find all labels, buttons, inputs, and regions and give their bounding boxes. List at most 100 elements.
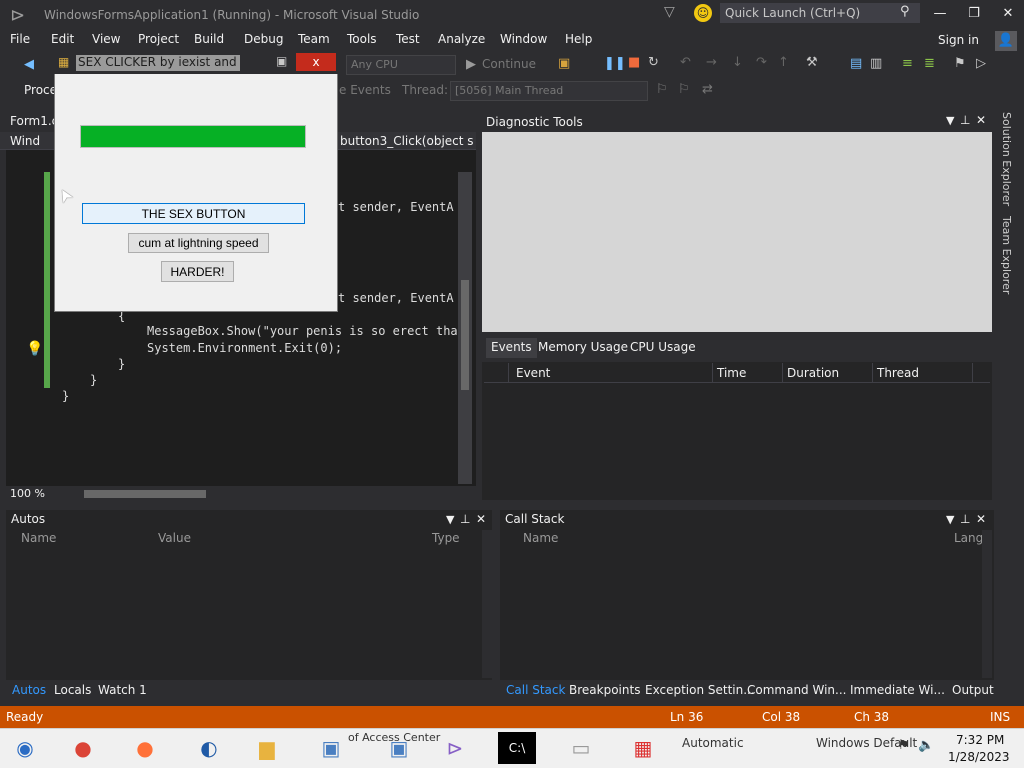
menu-build[interactable]: Build	[194, 32, 224, 46]
code-line-8[interactable]: }	[62, 389, 69, 403]
tray-flag-icon[interactable]: ⚑	[898, 738, 910, 753]
attach-icon[interactable]: ▣	[558, 56, 570, 71]
editor-scroll-thumb[interactable]	[461, 280, 469, 390]
tab-events[interactable]: Events	[486, 338, 537, 358]
filter-threads-icon[interactable]: ⚐	[678, 82, 690, 97]
member-nav-dropdown[interactable]: button3_Click(object s	[340, 134, 474, 148]
start-button-icon[interactable]: ◉	[6, 732, 44, 764]
harder-button[interactable]: HARDER!	[161, 261, 234, 282]
menu-window[interactable]: Window	[500, 32, 547, 46]
step-into-icon[interactable]: →	[706, 55, 717, 70]
menu-edit[interactable]: Edit	[51, 32, 74, 46]
tab-immediate-window[interactable]: Immediate Wi...	[850, 683, 945, 697]
editor-horizontal-scroll-thumb[interactable]	[84, 490, 206, 498]
stop-icon[interactable]: ■	[628, 55, 640, 70]
step-out-icon[interactable]: ↷	[756, 55, 767, 70]
autos-column-name[interactable]: Name	[21, 531, 56, 545]
account-icon[interactable]: 👤	[995, 31, 1017, 51]
quick-launch-input[interactable]: Quick Launch (Ctrl+Q)	[720, 3, 920, 23]
bookmark-icon[interactable]: ⚑	[954, 56, 966, 71]
show-next-statement-icon[interactable]: ↶	[680, 55, 691, 70]
menu-project[interactable]: Project	[138, 32, 179, 46]
column-thread[interactable]: Thread	[877, 366, 919, 380]
layout-icon[interactable]: ▤	[850, 56, 862, 71]
autos-scrollbar[interactable]	[482, 530, 492, 678]
tab-output[interactable]: Output	[952, 683, 994, 697]
code-line-4[interactable]: MessageBox.Show("your penis is so erect …	[147, 324, 465, 338]
menu-file[interactable]: File	[10, 32, 30, 46]
comment-icon[interactable]: ≡	[902, 56, 913, 71]
notification-filter-icon[interactable]: ▽	[664, 4, 675, 20]
tab-team-explorer[interactable]: Team Explorer	[1000, 216, 1013, 294]
tab-locals[interactable]: Locals	[54, 683, 91, 697]
flag-thread-icon[interactable]: ⚐	[656, 82, 668, 97]
diag-close-icon[interactable]: ✕	[976, 113, 986, 127]
app-close-button[interactable]: x	[296, 53, 336, 71]
callstack-dropdown-icon[interactable]: ▼	[946, 513, 954, 526]
callstack-close-icon[interactable]: ✕	[976, 512, 986, 526]
platform-dropdown[interactable]: Any CPU	[346, 55, 456, 75]
clock-time[interactable]: 7:32 PM	[956, 733, 1004, 747]
column-duration[interactable]: Duration	[787, 366, 839, 380]
folder-icon[interactable]: ▆	[248, 732, 286, 764]
hot-reload-icon[interactable]: ⚒	[806, 55, 818, 70]
code-line-6[interactable]: }	[118, 357, 125, 371]
menu-test[interactable]: Test	[396, 32, 420, 46]
chrome-icon[interactable]: ●	[64, 732, 102, 764]
code-line-7[interactable]: }	[90, 373, 97, 387]
thread-dropdown[interactable]: [5056] Main Thread	[450, 81, 648, 101]
search-icon[interactable]: ⚲	[900, 4, 910, 19]
column-time[interactable]: Time	[717, 366, 746, 380]
tab-command-window[interactable]: Command Win...	[747, 683, 846, 697]
autos-column-type[interactable]: Type	[432, 531, 460, 545]
continue-icon[interactable]: ▶	[466, 57, 476, 72]
tray-automatic[interactable]: Automatic	[682, 736, 744, 750]
tab-memory-usage[interactable]: Memory Usage	[538, 340, 628, 354]
back-icon[interactable]: ◀	[24, 57, 34, 72]
callstack-column-name[interactable]: Name	[523, 531, 558, 545]
callstack-pin-icon[interactable]: ⊥	[960, 512, 970, 526]
bookmark-next-icon[interactable]: ▷	[976, 56, 986, 71]
volume-icon[interactable]: 🔈	[918, 738, 934, 753]
app-restore-icon[interactable]: ▣	[276, 54, 287, 68]
zoom-level[interactable]: 100 %	[10, 487, 45, 500]
media-icon[interactable]: ▭	[562, 732, 600, 764]
menu-help[interactable]: Help	[565, 32, 592, 46]
tab-watch-1[interactable]: Watch 1	[98, 683, 147, 697]
code-line-2[interactable]: t sender, EventA	[338, 291, 454, 305]
autos-pin-icon[interactable]: ⊥	[460, 512, 470, 526]
tab-autos[interactable]: Autos	[12, 683, 46, 697]
menu-view[interactable]: View	[92, 32, 120, 46]
the-sex-button[interactable]: THE SEX BUTTON	[82, 203, 305, 224]
restore-button[interactable]: ❐	[962, 4, 986, 24]
office-icon[interactable]: ▦	[624, 732, 662, 764]
cmd-icon[interactable]: C:\	[498, 732, 536, 764]
clock-date[interactable]: 1/28/2023	[948, 750, 1010, 764]
toggle-threads-icon[interactable]: ⇄	[702, 82, 713, 97]
firefox-icon[interactable]: ●	[126, 732, 164, 764]
control-panel-icon[interactable]: ▣	[380, 732, 418, 764]
project-nav-dropdown[interactable]: Wind	[10, 134, 40, 148]
uncomment-icon[interactable]: ≣	[924, 56, 935, 71]
autos-dropdown-icon[interactable]: ▼	[446, 513, 454, 526]
code-line-5[interactable]: System.Environment.Exit(0);	[147, 341, 342, 355]
lightbulb-icon[interactable]: 💡	[26, 341, 43, 357]
ease-of-access-icon[interactable]: ▣	[312, 732, 350, 764]
sign-in-link[interactable]: Sign in	[938, 33, 979, 47]
callstack-scrollbar[interactable]	[982, 530, 992, 678]
menu-team[interactable]: Team	[298, 32, 330, 46]
autos-close-icon[interactable]: ✕	[476, 512, 486, 526]
tab-cpu-usage[interactable]: CPU Usage	[630, 340, 696, 354]
continue-button[interactable]: Continue	[482, 57, 536, 71]
minimize-button[interactable]: —	[928, 4, 952, 24]
tab-exception-settings[interactable]: Exception Settin...	[645, 683, 755, 697]
step-up-icon[interactable]: ↑	[778, 55, 789, 70]
step-over-icon[interactable]: ↓	[732, 55, 743, 70]
pause-icon[interactable]: ❚❚	[604, 56, 626, 71]
obama-logo-icon[interactable]: ◐	[190, 732, 228, 764]
menu-tools[interactable]: Tools	[347, 32, 377, 46]
visual-studio-taskbar-icon[interactable]: ⊳	[436, 732, 474, 764]
restart-icon[interactable]: ↻	[648, 55, 659, 70]
windows-icon[interactable]: ▥	[870, 56, 882, 71]
cum-at-lightning-speed-button[interactable]: cum at lightning speed	[128, 233, 269, 253]
